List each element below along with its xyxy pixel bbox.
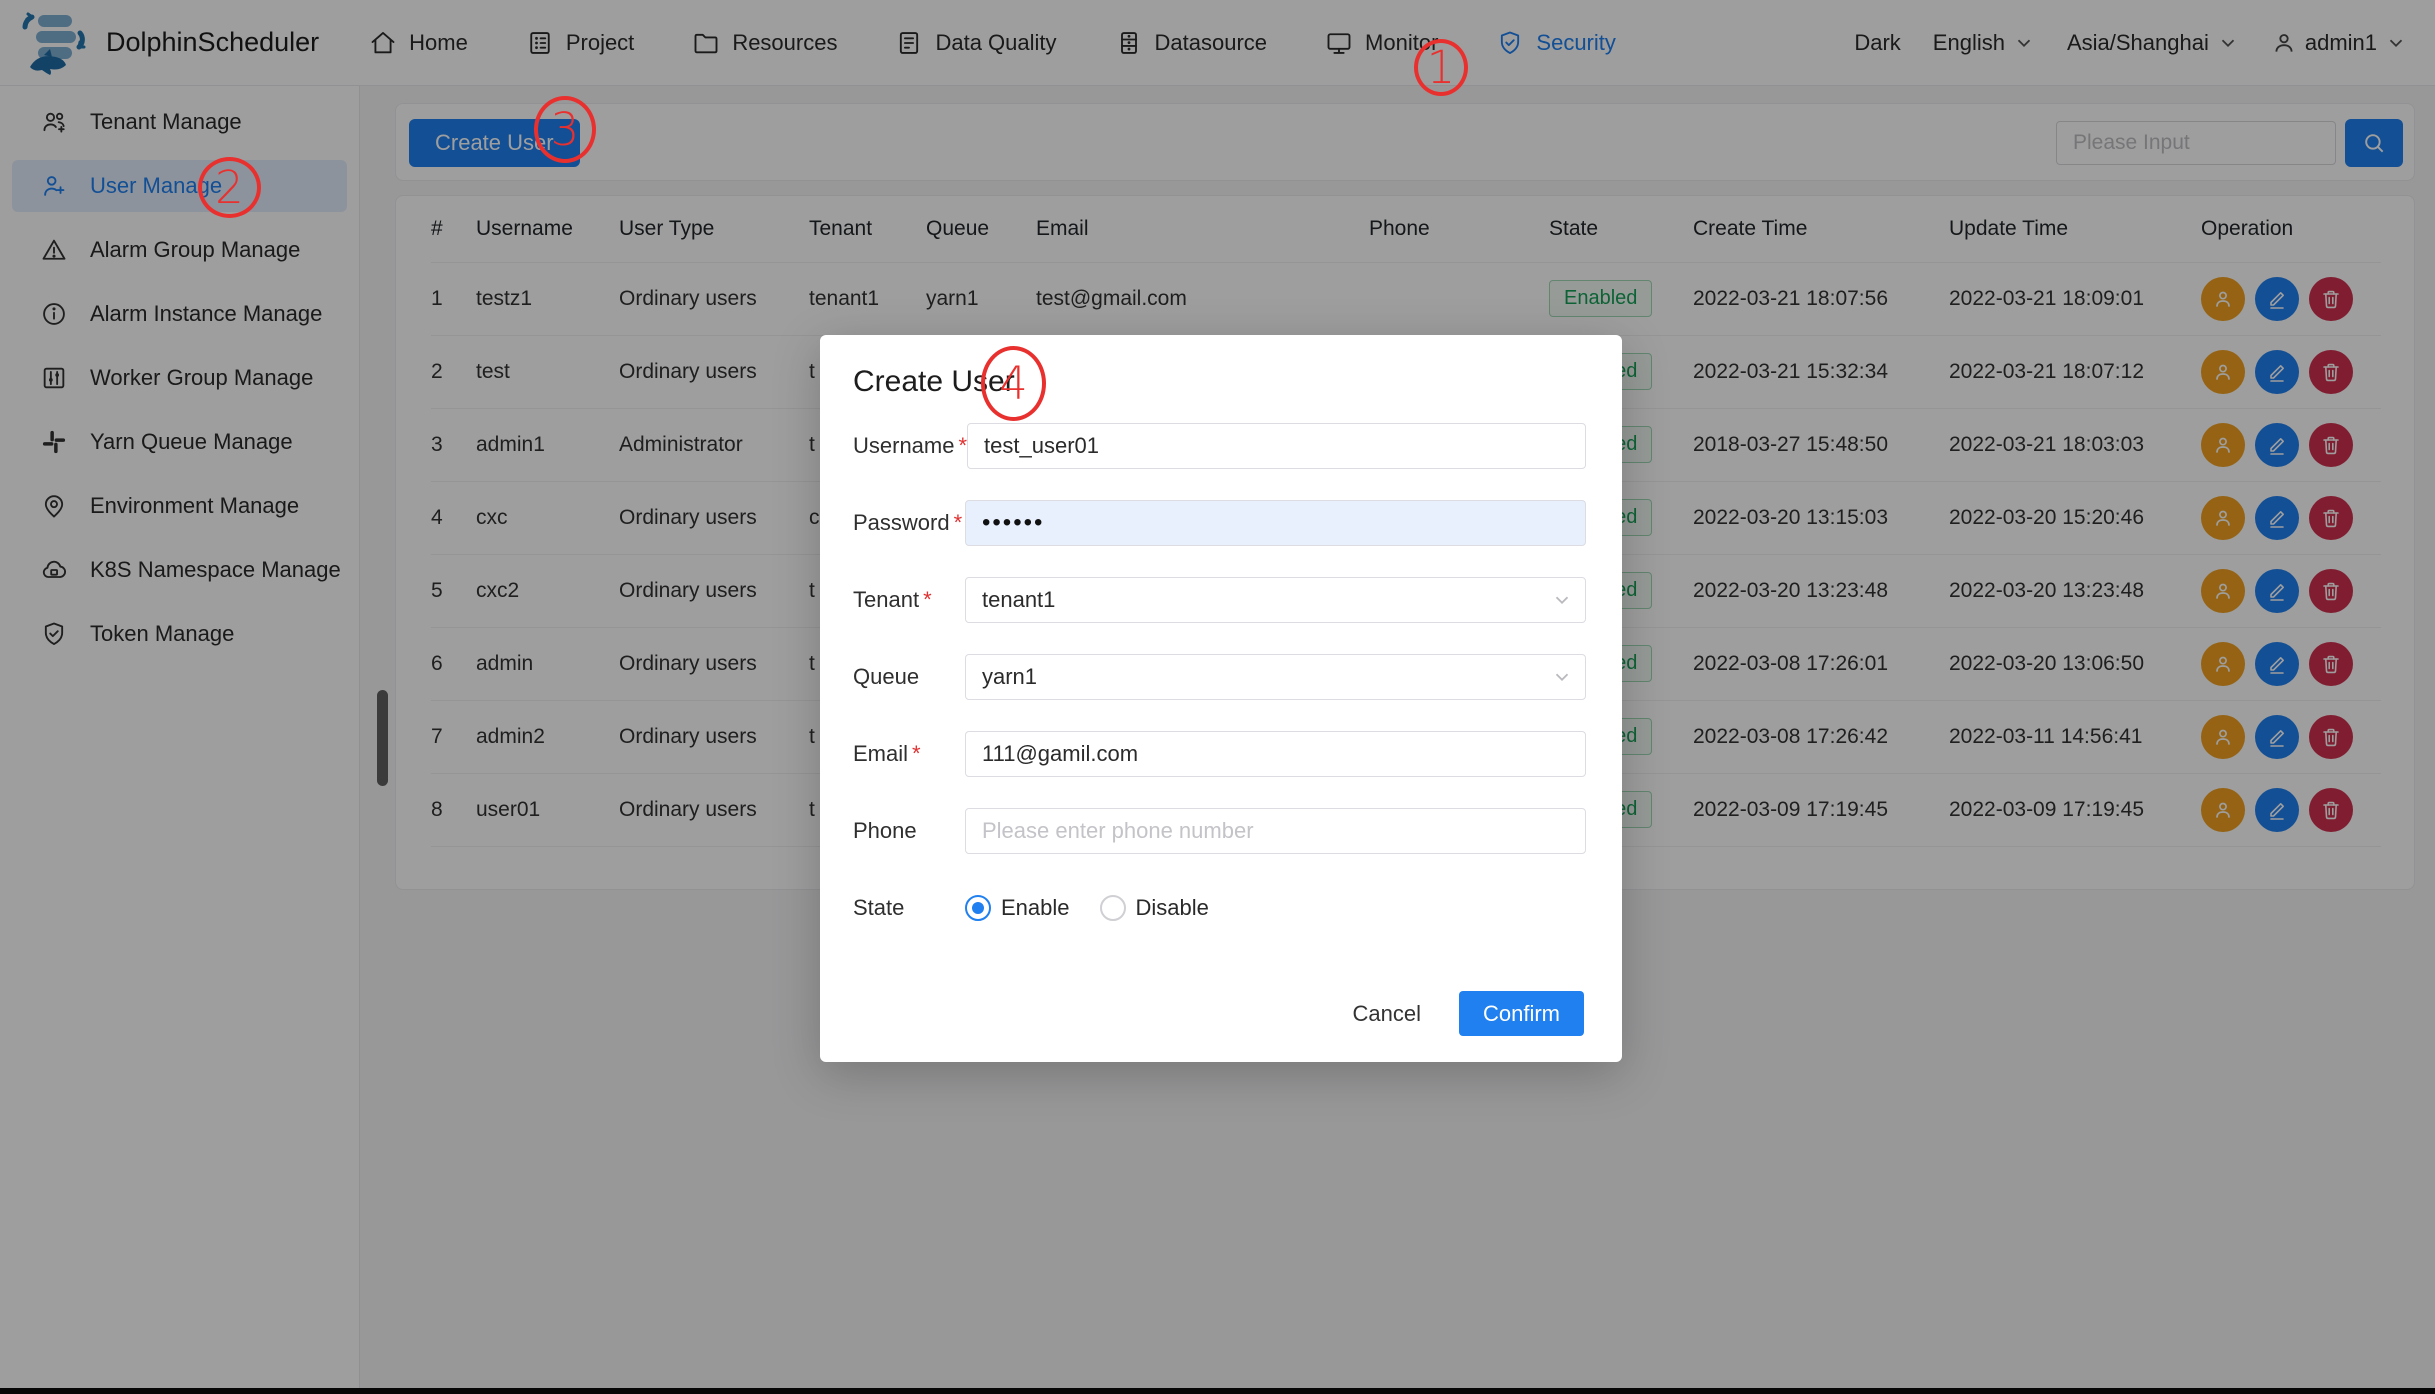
confirm-button[interactable]: Confirm — [1459, 991, 1584, 1036]
create-user-form: Username* Password* Tenant* tenant1 Queu… — [853, 423, 1586, 962]
state-radio-enable[interactable]: Enable — [965, 895, 1070, 921]
modal-footer: Cancel Confirm — [1353, 991, 1585, 1036]
queue-row: Queue yarn1 — [853, 654, 1586, 700]
required-asterisk: * — [912, 741, 921, 766]
password-row: Password* — [853, 500, 1586, 546]
password-field[interactable] — [965, 500, 1586, 546]
tenant-row: Tenant* tenant1 — [853, 577, 1586, 623]
create-user-modal: Create User Username* Password* Tenant* … — [820, 335, 1622, 1062]
required-asterisk: * — [923, 587, 932, 612]
state-row: State Enable Disable — [853, 885, 1586, 931]
cancel-button[interactable]: Cancel — [1353, 1001, 1421, 1027]
phone-row: Phone — [853, 808, 1586, 854]
username-field[interactable] — [967, 423, 1586, 469]
queue-select[interactable]: yarn1 — [965, 654, 1586, 700]
email-row: Email* — [853, 731, 1586, 777]
radio-unselected-icon — [1100, 895, 1126, 921]
radio-selected-icon — [965, 895, 991, 921]
chevron-down-icon — [1551, 589, 1573, 611]
required-asterisk: * — [958, 433, 967, 458]
username-row: Username* — [853, 423, 1586, 469]
tenant-select[interactable]: tenant1 — [965, 577, 1586, 623]
required-asterisk: * — [954, 510, 963, 535]
state-radio-group: Enable Disable — [965, 895, 1209, 921]
phone-field[interactable] — [965, 808, 1586, 854]
state-radio-disable[interactable]: Disable — [1100, 895, 1209, 921]
chevron-down-icon — [1551, 666, 1573, 688]
modal-title: Create User — [853, 365, 1015, 399]
email-field[interactable] — [965, 731, 1586, 777]
